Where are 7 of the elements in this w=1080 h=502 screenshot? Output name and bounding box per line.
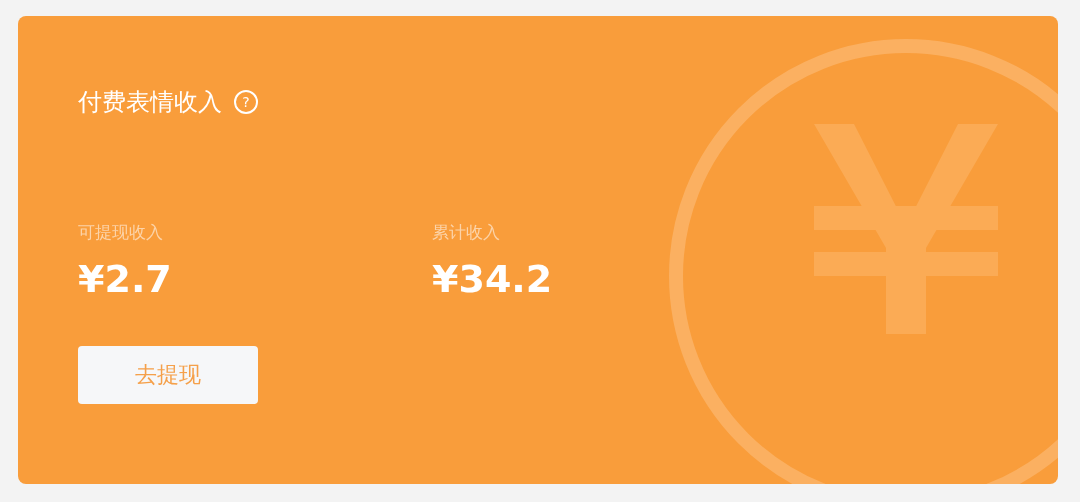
stat-value: ¥34.2 [432,259,553,298]
stat-label: 可提现收入 [78,221,163,244]
help-icon[interactable]: ? [234,90,258,114]
withdraw-button[interactable]: 去提现 [78,345,258,404]
card-title: 付费表情收入 [78,87,222,118]
stat-value: ¥2.7 [78,259,172,298]
stat-label: 累计收入 [432,221,500,244]
